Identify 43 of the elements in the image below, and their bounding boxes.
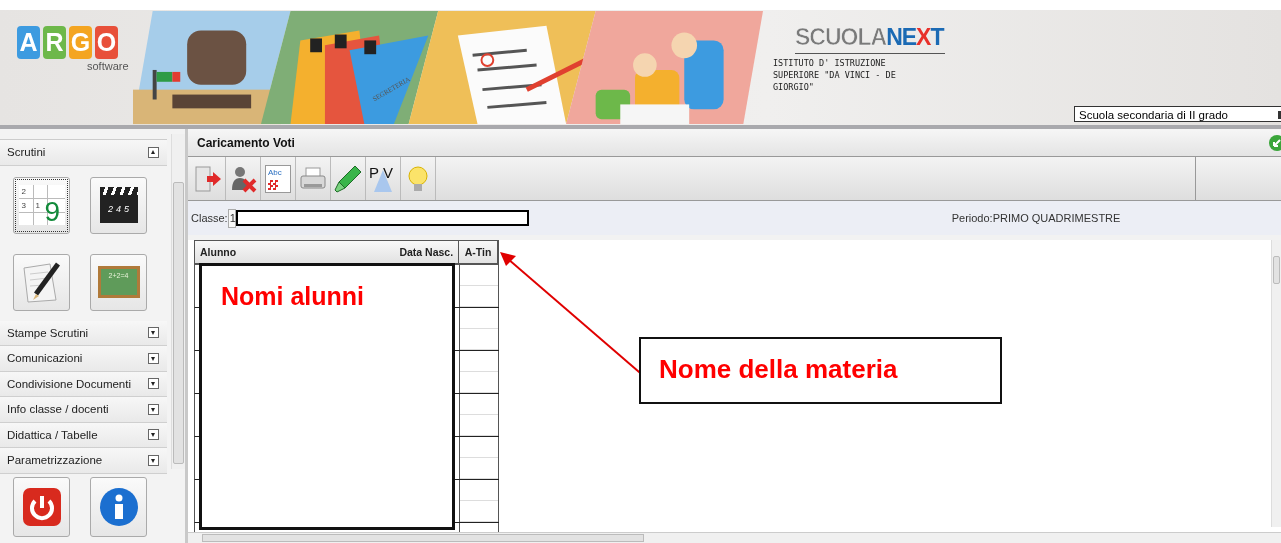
column-header[interactable]: A-Tin <box>459 241 498 263</box>
info-icon <box>98 487 139 527</box>
column-header[interactable]: Alunno <box>195 241 345 263</box>
class-label: Classe: <box>191 212 228 224</box>
expand-icon[interactable] <box>148 454 159 466</box>
logo-letter: R <box>43 26 66 59</box>
power-icon <box>21 487 62 527</box>
table-scrollbar[interactable] <box>1271 240 1281 527</box>
spelling-icon: Abc <box>265 164 291 193</box>
exit-door-icon <box>193 163 223 194</box>
panel-title: Caricamento Voti <box>197 135 295 150</box>
sidebar-section[interactable]: Parametrizzazione <box>0 448 167 474</box>
annotation-text: Nomi alunni <box>221 282 365 311</box>
toolbar-button[interactable]: Abc <box>261 157 296 200</box>
horizontal-scrollbar[interactable] <box>188 532 1281 543</box>
info-button[interactable] <box>90 477 147 537</box>
logo-letter: G <box>69 26 92 59</box>
school-name: ISTITUTO D' ISTRUZIONE SUPERIORE "DA VINCI - DE GIORGIO" <box>773 57 897 93</box>
product-logo: SCUOLANEXT <box>795 24 945 54</box>
expand-icon[interactable] <box>148 403 159 415</box>
logout-button[interactable] <box>13 477 70 537</box>
sidebar-section[interactable]: Info classe / docenti <box>0 397 167 423</box>
school-type-dropdown[interactable]: Scuola secondaria di II grado <box>1074 106 1281 122</box>
collapse-icon[interactable] <box>148 146 159 158</box>
class-field[interactable]: 1 <box>227 208 236 228</box>
sidebar-section[interactable]: Didattica / Tabelle <box>0 422 167 448</box>
expand-icon[interactable] <box>148 327 159 339</box>
expand-icon[interactable] <box>148 429 159 441</box>
logo-letter: A <box>17 26 40 59</box>
sidebar-tool-button[interactable] <box>13 253 70 311</box>
logo-caption: software <box>87 60 129 72</box>
refresh-icon[interactable] <box>1269 134 1281 151</box>
sidebar-section[interactable]: Scrutini <box>0 140 167 166</box>
sidebar-section[interactable]: Comunicazioni <box>0 346 167 372</box>
highlighter-icon <box>333 163 363 194</box>
period-label: Periodo:PRIMO QUADRIMESTRE <box>951 212 1121 224</box>
logo-letter: O <box>95 26 118 59</box>
expand-icon[interactable] <box>148 378 159 390</box>
expand-icon[interactable] <box>148 352 159 364</box>
sidebar-tool-button[interactable]: 2 4 5 <box>90 176 147 234</box>
sidebar-section[interactable]: Condivisione Documenti <box>0 371 167 397</box>
annotation-callout: Nome della materia <box>639 337 1002 404</box>
sidebar-section[interactable]: Stampe Scrutini <box>0 320 167 346</box>
